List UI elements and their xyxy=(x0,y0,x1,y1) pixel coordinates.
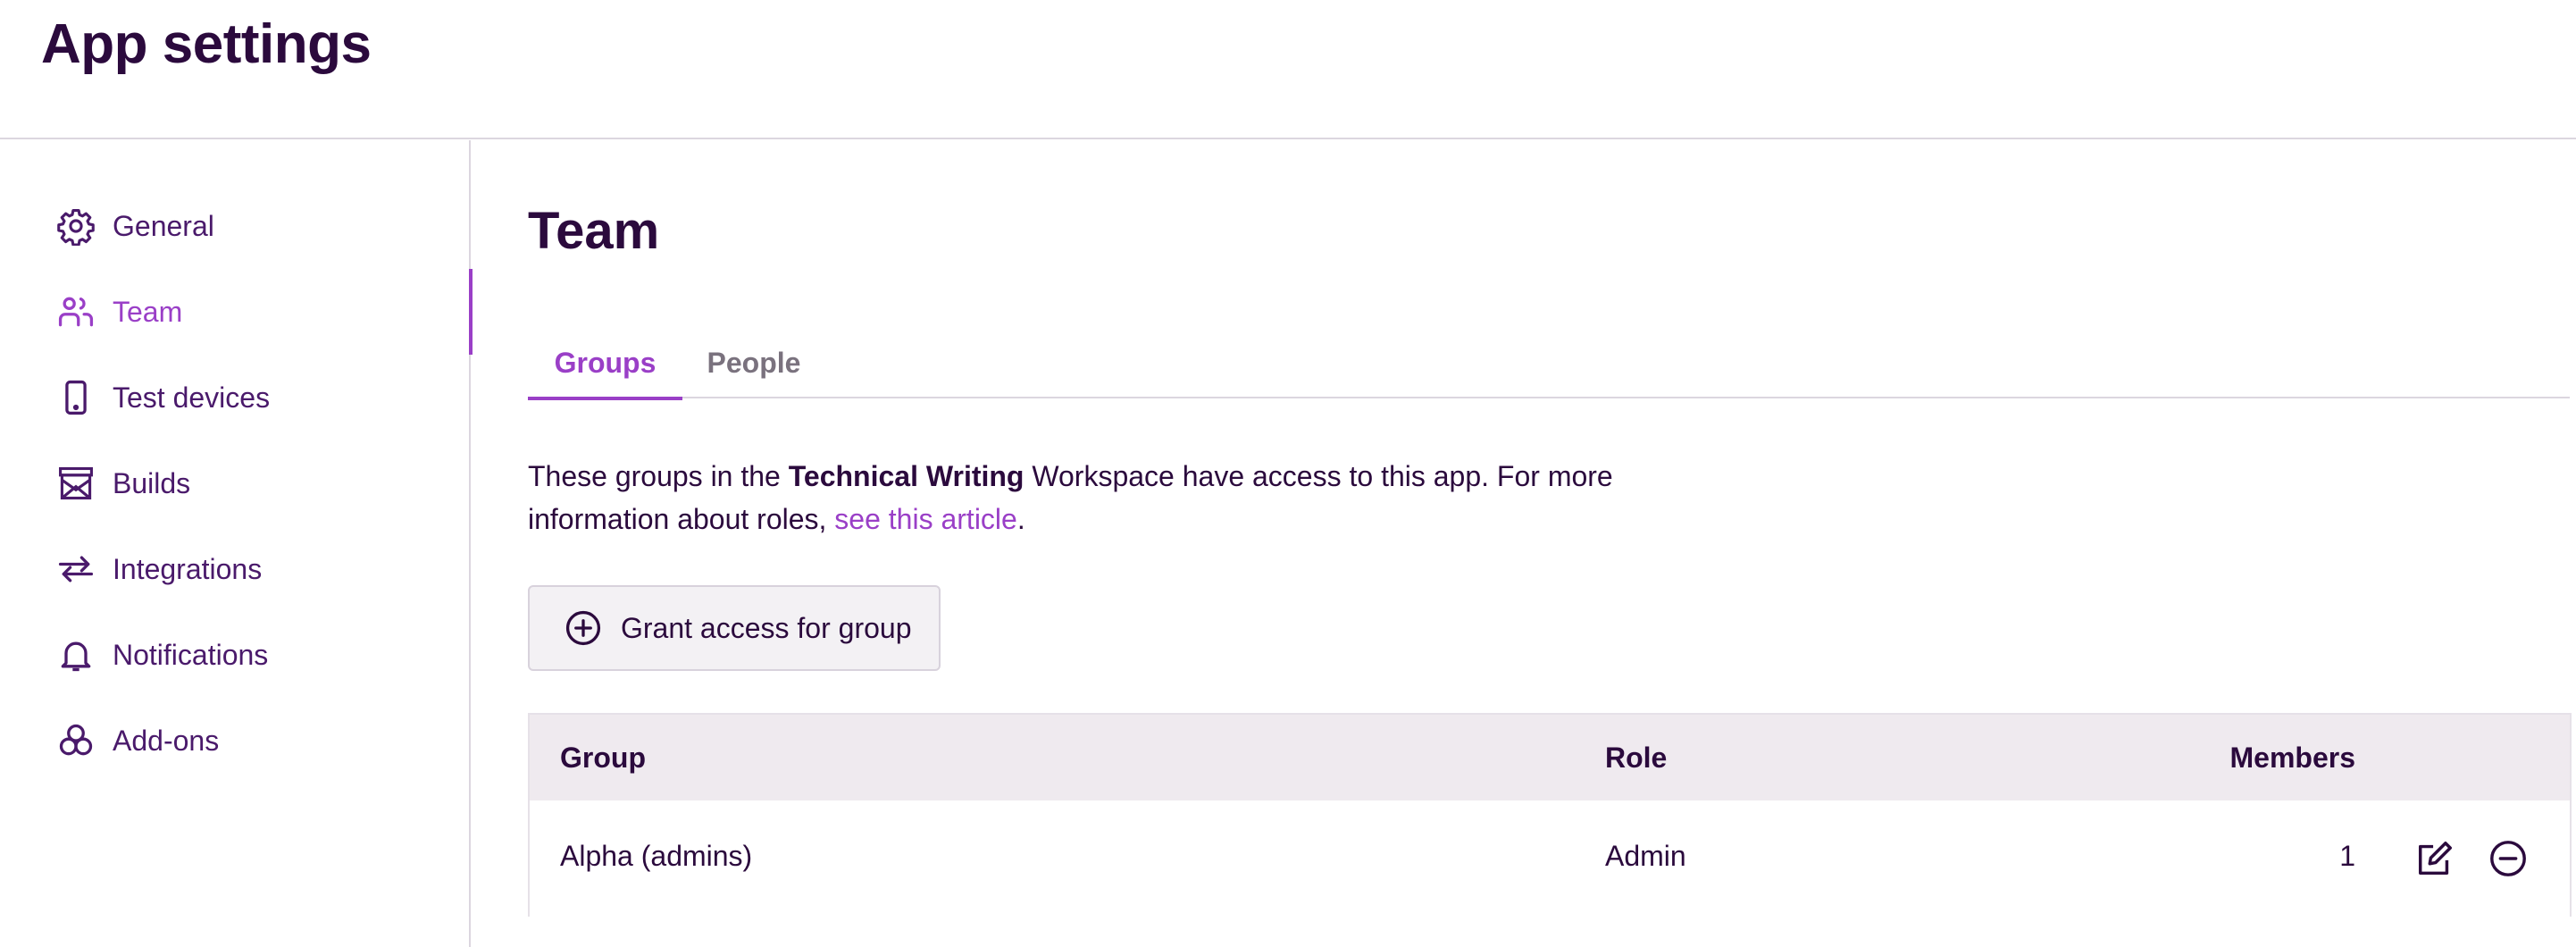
groups-table: Group Role Members Alpha (admins) Admin … xyxy=(528,713,2572,917)
phone-icon xyxy=(55,377,96,418)
section-title: Team xyxy=(528,202,660,260)
tab-people[interactable]: People xyxy=(682,328,825,398)
sidebar-item-integrations[interactable]: Integrations xyxy=(0,526,471,612)
sidebar-item-team[interactable]: Team xyxy=(0,269,473,355)
role-cell: Admin xyxy=(1605,840,1686,872)
sidebar-item-add-ons[interactable]: Add-ons xyxy=(0,698,471,784)
main-content: Team Groups People These groups in the T… xyxy=(473,140,2576,947)
table-row: Alpha (admins) Admin 1 xyxy=(530,800,2570,917)
roles-article-link[interactable]: see this article xyxy=(834,503,1017,535)
sidebar-item-builds[interactable]: Builds xyxy=(0,440,471,526)
sidebar-item-notifications[interactable]: Notifications xyxy=(0,612,471,698)
description-text: These groups in the Technical Writing Wo… xyxy=(528,455,1689,541)
column-header-role: Role xyxy=(1605,742,1668,774)
gear-icon xyxy=(55,205,96,247)
sidebar-item-label: Integrations xyxy=(113,552,263,585)
grant-access-button[interactable]: Grant access for group xyxy=(528,585,941,671)
page-title: App settings xyxy=(41,13,372,75)
team-icon xyxy=(55,291,96,332)
column-header-group: Group xyxy=(560,742,646,774)
plus-circle-icon xyxy=(564,608,603,648)
column-header-members: Members xyxy=(2229,742,2356,774)
group-name-cell: Alpha (admins) xyxy=(560,840,753,872)
grant-access-label: Grant access for group xyxy=(621,611,912,644)
sidebar-item-test-devices[interactable]: Test devices xyxy=(0,355,471,440)
description-intro: These groups in the xyxy=(528,460,789,492)
sidebar-item-label: Add-ons xyxy=(113,724,220,757)
remove-icon[interactable] xyxy=(2486,836,2530,881)
arrows-icon xyxy=(55,549,96,590)
table-header: Group Role Members xyxy=(530,715,2570,800)
sidebar-item-label: Team xyxy=(113,295,183,328)
sidebar-item-label: Notifications xyxy=(113,638,269,671)
tab-bar: Groups People xyxy=(528,328,2570,400)
members-count-cell: 1 xyxy=(2339,840,2355,872)
bell-icon xyxy=(55,634,96,675)
builds-icon xyxy=(55,463,96,504)
sidebar-item-label: Builds xyxy=(113,466,191,499)
description-end: . xyxy=(1016,503,1025,535)
tab-groups[interactable]: Groups xyxy=(528,328,682,400)
sidebar-item-label: Test devices xyxy=(113,381,271,414)
sidebar: General Team Test devices Builds Integra… xyxy=(0,140,473,947)
addons-icon xyxy=(55,720,96,761)
edit-icon[interactable] xyxy=(2413,836,2457,881)
page-header: App settings xyxy=(0,0,2576,139)
sidebar-item-general[interactable]: General xyxy=(0,183,471,269)
workspace-name: Technical Writing xyxy=(788,460,1025,492)
sidebar-item-label: General xyxy=(113,209,214,242)
